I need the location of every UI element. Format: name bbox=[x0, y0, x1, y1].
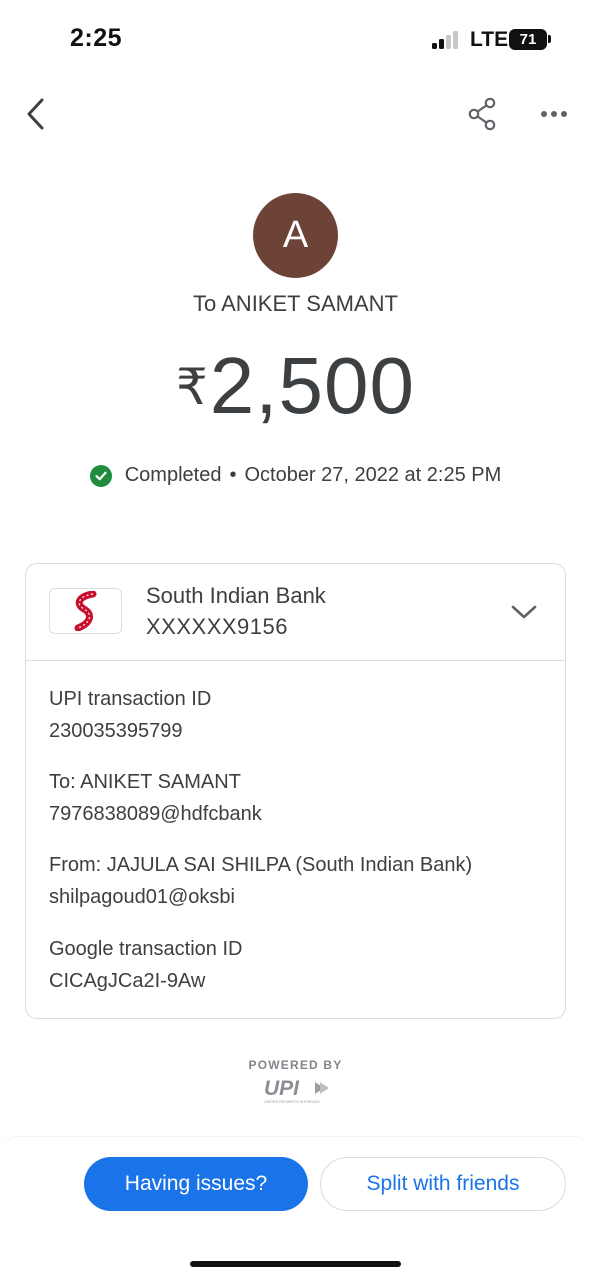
currency-symbol: ₹ bbox=[175, 359, 208, 415]
recipient-name: To ANIKET SAMANT bbox=[193, 291, 398, 316]
transaction-details-card: South Indian Bank XXXXXX9156 UPI transac… bbox=[25, 563, 566, 1019]
status-text: Completed bbox=[124, 464, 222, 486]
check-circle-icon bbox=[89, 464, 112, 487]
split-with-friends-button[interactable]: Split with friends bbox=[320, 1157, 566, 1211]
payment-datetime: October 27, 2022 at 2:25 PM bbox=[244, 464, 502, 486]
detail-label: Google transaction ID bbox=[49, 938, 243, 960]
detail-google-transaction: Google transaction ID CICAgJCa2I-9Aw bbox=[49, 933, 242, 997]
bank-account-row[interactable]: South Indian Bank XXXXXX9156 bbox=[26, 564, 565, 661]
powered-by-label: POWERED BY bbox=[248, 1058, 343, 1072]
bank-name: South Indian Bank bbox=[146, 583, 326, 608]
expand-button[interactable] bbox=[506, 594, 542, 630]
top-app-bar bbox=[0, 86, 591, 142]
amount-value: 2,500 bbox=[209, 341, 415, 430]
detail-value: 230035395799 bbox=[49, 720, 183, 742]
having-issues-button[interactable]: Having issues? bbox=[84, 1157, 308, 1211]
detail-upi-transaction: UPI transaction ID 230035395799 bbox=[49, 683, 211, 747]
separator-dot: • bbox=[229, 464, 237, 486]
detail-label: To: ANIKET SAMANT bbox=[49, 771, 241, 793]
south-indian-bank-logo-icon bbox=[74, 591, 96, 631]
detail-value: 7976838089@hdfcbank bbox=[49, 803, 262, 825]
battery-icon: 71 bbox=[509, 29, 547, 50]
more-options-button[interactable] bbox=[532, 92, 576, 136]
payment-status-line: Completed • October 27, 2022 at 2:25 PM bbox=[0, 464, 591, 487]
bank-logo bbox=[49, 588, 122, 634]
upi-logo-icon: UPI UNIFIED PAYMENTS INTERFACE bbox=[264, 1077, 329, 1104]
payment-amount: ₹ 2,500 bbox=[0, 340, 591, 432]
upi-tagline: UNIFIED PAYMENTS INTERFACE bbox=[264, 1100, 320, 1104]
status-time: 2:25 bbox=[70, 24, 123, 52]
detail-label: UPI transaction ID bbox=[49, 688, 212, 710]
home-indicator[interactable] bbox=[190, 1261, 401, 1267]
detail-value: CICAgJCa2I-9Aw bbox=[49, 970, 206, 992]
status-bar: 2:25 LTE 71 bbox=[0, 0, 591, 80]
battery-tip bbox=[548, 35, 551, 43]
detail-to: To: ANIKET SAMANT 7976838089@hdfcbank bbox=[49, 766, 262, 830]
network-type: LTE bbox=[470, 28, 509, 51]
chevron-down-icon bbox=[511, 605, 537, 619]
share-icon bbox=[468, 97, 496, 131]
chevron-left-icon bbox=[27, 98, 44, 130]
back-button[interactable] bbox=[14, 92, 58, 136]
upi-logo-text: UPI bbox=[264, 1077, 300, 1100]
bottom-action-panel: Having issues? Split with friends bbox=[0, 1136, 591, 1280]
detail-from: From: JAJULA SAI SHILPA (South Indian Ba… bbox=[49, 849, 472, 913]
detail-label: From: JAJULA SAI SHILPA (South Indian Ba… bbox=[49, 854, 473, 876]
signal-icon bbox=[432, 31, 464, 49]
share-button[interactable] bbox=[460, 92, 504, 136]
bank-account-number: XXXXXX9156 bbox=[146, 614, 288, 639]
avatar: A bbox=[253, 193, 338, 278]
detail-value: shilpagoud01@oksbi bbox=[49, 886, 235, 908]
more-horizontal-icon bbox=[541, 111, 567, 117]
